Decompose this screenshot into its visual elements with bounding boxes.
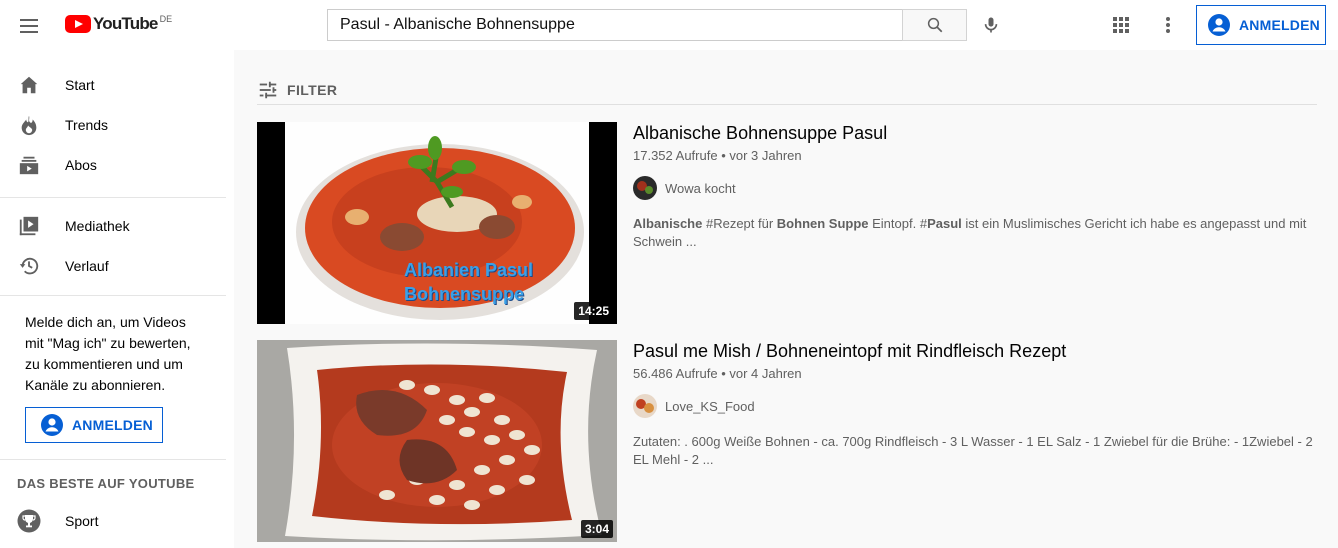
sidebar-item-trends[interactable]: Trends xyxy=(0,105,234,145)
video-result: 3:04 Pasul me Mish / Bohneneintopf mit R… xyxy=(257,340,1327,542)
account-icon xyxy=(1208,14,1230,36)
filter-label: FILTER xyxy=(287,81,338,98)
filter-icon xyxy=(259,81,277,98)
section-title: DAS BESTE AUF YOUTUBE xyxy=(17,476,195,491)
guide-sidebar: Start Trends Abos Mediathek Verlauf Meld… xyxy=(0,50,234,548)
trophy-icon xyxy=(17,509,41,533)
sidebar-item-verlauf[interactable]: Verlauf xyxy=(0,246,234,286)
menu-icon-bar xyxy=(20,19,38,21)
country-code: DE xyxy=(159,14,173,24)
search-icon xyxy=(927,17,942,33)
sidebar-item-start[interactable]: Start xyxy=(0,65,234,105)
youtube-play-icon xyxy=(65,15,91,33)
subscriptions-icon xyxy=(17,153,41,177)
thumbnail-overlay-line: Bohnensuppe xyxy=(404,284,524,304)
sidebar-item-sport[interactable]: Sport xyxy=(0,501,234,541)
sidebar-divider xyxy=(0,197,226,198)
channel-name: Wowa kocht xyxy=(665,180,736,196)
thumbnail-overlay-text: Albanien Pasul Bohnensuppe xyxy=(404,258,533,306)
view-count: 17.352 Aufrufe xyxy=(633,148,718,163)
video-description: Zutaten: . 600g Weiße Bohnen - ca. 700g … xyxy=(633,433,1323,469)
upload-age: vor 3 Jahren xyxy=(729,148,802,163)
sidebar-signin-button[interactable]: ANMELDEN xyxy=(25,407,163,443)
microphone-icon xyxy=(984,17,998,33)
apps-button[interactable] xyxy=(1110,14,1132,36)
desc-text: Eintopf. # xyxy=(868,216,928,231)
video-title[interactable]: Pasul me Mish / Bohneneintopf mit Rindfl… xyxy=(633,341,1066,362)
logo-text: YouTube xyxy=(93,14,158,33)
sidebar-item-label: Trends xyxy=(65,117,109,133)
video-title[interactable]: Albanische Bohnensuppe Pasul xyxy=(633,123,887,144)
view-count: 56.486 Aufrufe xyxy=(633,366,718,381)
guide-menu-button[interactable] xyxy=(17,14,41,38)
more-vert-icon xyxy=(1166,17,1170,33)
video-thumbnail[interactable]: Albanien Pasul Bohnensuppe 14:25 xyxy=(257,122,617,324)
sidebar-item-label: Mediathek xyxy=(65,218,130,234)
apps-grid-icon xyxy=(1113,17,1129,33)
desc-text: #Rezept für xyxy=(702,216,777,231)
sidebar-item-label: Abos xyxy=(65,157,97,173)
channel-name: Love_KS_Food xyxy=(665,398,755,414)
sidebar-item-label: Start xyxy=(65,77,95,93)
video-result: Albanien Pasul Bohnensuppe 14:25 Albanis… xyxy=(257,122,1327,324)
sidebar-item-mediathek[interactable]: Mediathek xyxy=(0,206,234,246)
menu-icon-bar xyxy=(20,31,38,33)
bean-stew-thumbnail-image xyxy=(257,340,617,542)
fire-icon xyxy=(17,113,41,137)
video-thumbnail[interactable]: 3:04 xyxy=(257,340,617,542)
sidebar-item-label: Sport xyxy=(65,513,99,529)
sidebar-divider xyxy=(0,295,226,296)
history-icon xyxy=(17,254,41,278)
video-duration: 14:25 xyxy=(574,302,613,320)
signin-prompt: Melde dich an, um Videos mit "Mag ich" z… xyxy=(25,314,191,393)
video-meta: 17.352 Aufrufe • vor 3 Jahren xyxy=(633,148,802,163)
channel-link[interactable]: Love_KS_Food xyxy=(633,394,755,418)
desc-highlight: Pasul xyxy=(927,216,962,231)
video-meta: 56.486 Aufrufe • vor 4 Jahren xyxy=(633,366,802,381)
account-icon xyxy=(41,414,63,436)
channel-link[interactable]: Wowa kocht xyxy=(633,176,736,200)
settings-more-button[interactable] xyxy=(1157,14,1179,36)
desc-highlight: Bohnen Suppe xyxy=(776,216,869,231)
sidebar-item-abos[interactable]: Abos xyxy=(0,145,234,185)
desc-text: Zutaten: . 600g Weiße Bohnen - ca. 700g … xyxy=(633,434,1313,467)
channel-avatar xyxy=(633,176,657,200)
menu-icon-bar xyxy=(20,25,38,27)
voice-search-button[interactable] xyxy=(978,12,1004,38)
thumbnail-overlay-line: Albanien Pasul xyxy=(404,260,534,280)
search-input[interactable]: Pasul - Albanische Bohnensuppe xyxy=(327,9,903,41)
sidebar-item-label: Verlauf xyxy=(65,258,109,274)
signin-button[interactable]: ANMELDEN xyxy=(1196,5,1326,45)
home-icon xyxy=(17,73,41,97)
search-button[interactable] xyxy=(902,9,967,41)
video-duration: 3:04 xyxy=(580,520,613,538)
signin-label: ANMELDEN xyxy=(1239,17,1320,33)
video-description: Albanische #Rezept für Bohnen Suppe Eint… xyxy=(633,215,1323,251)
upload-age: vor 4 Jahren xyxy=(729,366,802,381)
masthead: YouTube DE Pasul - Albanische Bohnensupp… xyxy=(0,0,1338,50)
channel-avatar xyxy=(633,394,657,418)
desc-highlight: Albanische xyxy=(633,216,703,231)
filter-button[interactable]: FILTER xyxy=(257,75,1317,105)
sidebar-divider xyxy=(0,459,226,460)
youtube-logo[interactable]: YouTube DE xyxy=(65,14,172,34)
library-icon xyxy=(17,214,41,238)
signin-label: ANMELDEN xyxy=(72,417,153,433)
